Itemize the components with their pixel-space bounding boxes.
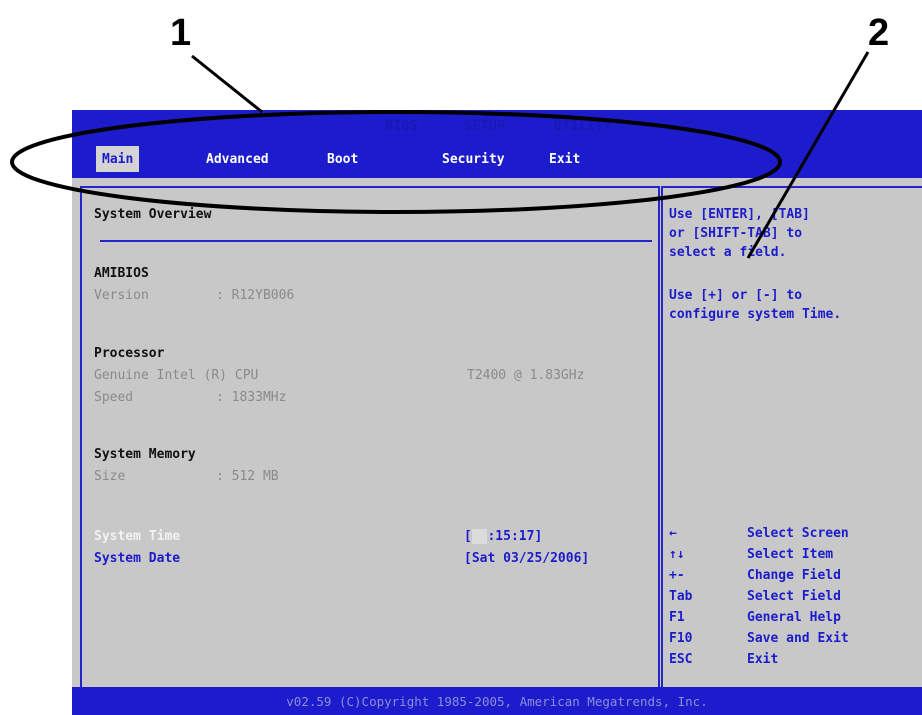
left-arrow-icon: ←: [669, 526, 677, 541]
callout-number-2: 2: [868, 12, 890, 54]
divider: [100, 240, 652, 242]
tab-advanced[interactable]: Advanced: [206, 152, 269, 167]
amibios-heading: AMIBIOS: [94, 266, 149, 281]
help-line-5: configure system Time.: [669, 307, 842, 322]
legend-key-f1: F1: [669, 610, 685, 625]
tab-exit[interactable]: Exit: [549, 152, 580, 167]
time-hour-highlight[interactable]: 03: [471, 529, 488, 544]
tab-main[interactable]: Main: [96, 146, 140, 172]
cpu-model: T2400 @ 1.83GHz: [467, 368, 585, 383]
title-bar: BIOS SETUP UTILITY: [72, 110, 922, 142]
help-line-4: Use [+] or [-] to: [669, 288, 803, 303]
title-utility: UTILITY: [554, 119, 613, 134]
speed-label: Speed: [94, 390, 134, 405]
cpu-name: Genuine Intel (R) CPU: [94, 368, 259, 383]
legend-select-screen: Select Screen: [747, 526, 849, 541]
title-setup: SETUP: [464, 119, 506, 134]
bios-setup-screen: BIOS SETUP UTILITY Main Advanced Boot Se…: [72, 110, 922, 715]
copyright-text: v02.59 (C)Copyright 1985-2005, American …: [286, 694, 708, 709]
time-bracket: [: [464, 529, 472, 544]
version-value: : R12YB006: [216, 288, 295, 303]
help-line-3: select a field.: [669, 245, 787, 260]
system-date-label[interactable]: System Date: [94, 551, 180, 566]
version-label: Version: [94, 288, 149, 303]
section-title: System Overview: [94, 207, 212, 222]
legend-select-field: Select Field: [747, 589, 841, 604]
system-time-label[interactable]: System Time: [94, 529, 180, 544]
main-panel: System Overview AMIBIOS Version : R12YB0…: [80, 186, 660, 694]
callout-number-1: 1: [170, 12, 192, 54]
legend-exit: Exit: [747, 652, 779, 667]
legend-change-field: Change Field: [747, 568, 841, 583]
size-label: Size: [94, 469, 126, 484]
memory-heading: System Memory: [94, 447, 196, 462]
help-line-1: Use [ENTER], [TAB]: [669, 207, 810, 222]
legend-select-item: Select Item: [747, 547, 834, 562]
callout-line-1: [191, 54, 263, 114]
legend-save-and-exit: Save and Exit: [747, 631, 849, 646]
processor-heading: Processor: [94, 346, 165, 361]
speed-value: : 1833MHz: [216, 390, 287, 405]
time-rest: :15:17]: [487, 529, 543, 544]
legend-key-esc: ESC: [669, 652, 693, 667]
plus-minus-icon: +-: [669, 568, 685, 583]
menu-bar: Main Advanced Boot Security Exit: [72, 142, 922, 178]
legend-general-help: General Help: [747, 610, 841, 625]
size-value: : 512 MB: [216, 469, 279, 484]
system-date-field[interactable]: [Sat 03/25/2006]: [464, 551, 589, 566]
help-line-2: or [SHIFT-TAB] to: [669, 226, 803, 241]
legend-key-tab: Tab: [669, 589, 693, 604]
up-down-arrow-icon: ↑↓: [669, 547, 685, 562]
title-bios: BIOS: [385, 119, 419, 134]
system-time-field[interactable]: [03:15:17]: [464, 529, 542, 544]
help-panel: Use [ENTER], [TAB] or [SHIFT-TAB] to sel…: [661, 186, 922, 694]
footer-bar: v02.59 (C)Copyright 1985-2005, American …: [72, 687, 922, 715]
tab-boot[interactable]: Boot: [327, 152, 358, 167]
tab-security[interactable]: Security: [442, 152, 505, 167]
legend-key-f10: F10: [669, 631, 693, 646]
